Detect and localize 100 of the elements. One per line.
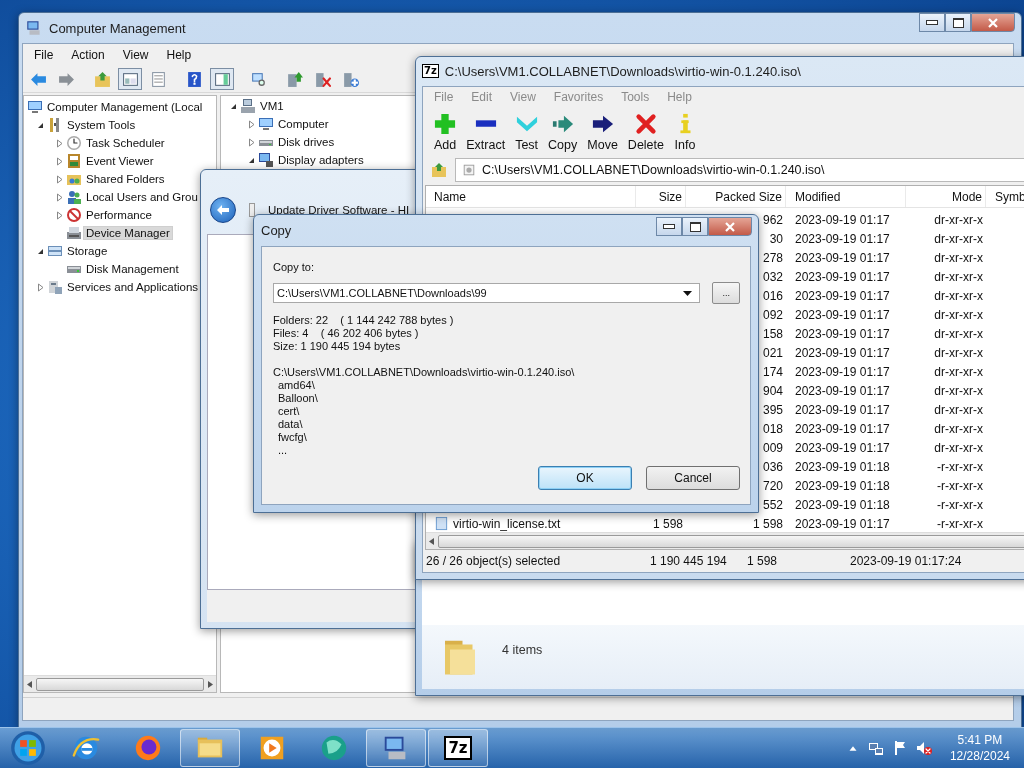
close-icon [987, 17, 999, 28]
menu-item[interactable]: Help [157, 46, 201, 64]
tree-item[interactable]: Device Manager [84, 227, 172, 239]
ok-button[interactable]: OK [538, 466, 632, 490]
display-adapter-icon [258, 152, 274, 168]
status-text: 2023-09-19 01:17:24 [849, 554, 962, 568]
tree-item[interactable]: Disk Management [84, 263, 181, 275]
tree-item[interactable]: Shared Folders [84, 173, 167, 185]
table-cell: 2023-09-19 01:17 [795, 402, 890, 417]
cancel-button[interactable]: Cancel [646, 466, 740, 490]
clock[interactable]: 5:41 PM 12/28/2024 [949, 732, 1010, 764]
close-icon [724, 221, 736, 232]
menu-item[interactable]: View [113, 46, 158, 64]
browse-button[interactable]: ... [712, 282, 740, 304]
tree-item[interactable]: Disk drives [276, 136, 337, 148]
column-header[interactable]: Modified [786, 186, 906, 207]
scroll-right-icon[interactable] [208, 680, 213, 688]
field-label: Copy to: [273, 261, 314, 273]
start-button[interactable] [10, 730, 46, 766]
column-header[interactable]: Mode [906, 186, 986, 207]
table-cell: 2023-09-19 01:17 [795, 383, 890, 398]
minimize-button[interactable] [919, 13, 945, 32]
toolbar-button[interactable]: Info [669, 112, 701, 152]
list-icon [149, 70, 167, 88]
table-cell: 016 [762, 288, 783, 303]
address-field[interactable]: C:\Users\VM1.COLLABNET\Downloads\virtio-win-0.1.240.iso\ [455, 158, 1024, 182]
tree-item[interactable]: Performance [84, 209, 154, 221]
file-name[interactable]: virtio-win_license.txt [453, 516, 561, 531]
toolbar-button[interactable]: Test [510, 112, 544, 152]
expand-arrow[interactable] [36, 282, 45, 292]
expand-arrow[interactable] [55, 174, 64, 184]
device-manager-icon [66, 225, 82, 241]
table-cell: 1 598 [752, 516, 783, 531]
close-button[interactable] [971, 13, 1015, 32]
column-header[interactable]: Name [426, 186, 636, 207]
workstation-icon [240, 98, 256, 114]
tree-item[interactable]: Display adapters [276, 154, 366, 166]
menu-item[interactable]: Action [62, 46, 114, 64]
back-button[interactable] [210, 197, 236, 223]
tree-item[interactable]: Computer [276, 118, 331, 130]
table-cell: dr-xr-xr-x [934, 250, 983, 265]
tree-item[interactable]: Storage [65, 245, 110, 257]
table-cell: dr-xr-xr-x [934, 231, 983, 246]
expand-arrow[interactable] [55, 192, 64, 202]
dialog-title: Copy [261, 222, 292, 238]
tree-item[interactable]: Task Scheduler [84, 137, 167, 149]
tree-item[interactable]: VM1 [258, 100, 286, 112]
table-cell: 021 [762, 345, 783, 360]
tree-item[interactable]: System Tools [65, 119, 138, 131]
taskbar-button[interactable] [180, 729, 240, 767]
column-header[interactable]: Packed Size [686, 186, 786, 207]
scroll-left-icon[interactable] [429, 537, 434, 545]
item-count: 4 items [502, 643, 543, 657]
maximize-button[interactable] [682, 217, 708, 236]
expand-arrow[interactable] [55, 156, 64, 166]
table-cell: 2023-09-19 01:17 [795, 212, 890, 227]
tree-item[interactable]: Event Viewer [84, 155, 156, 167]
table-cell: 2023-09-19 01:18 [795, 497, 890, 512]
expand-arrow[interactable] [247, 119, 256, 129]
table-cell: dr-xr-xr-x [934, 288, 983, 303]
table-cell: 552 [762, 497, 783, 512]
speaker-muted-icon[interactable] [915, 740, 932, 756]
maximize-button[interactable] [945, 13, 971, 32]
tree-item[interactable]: Local Users and Grou [84, 191, 200, 203]
taskbar-button[interactable] [366, 729, 426, 767]
close-button[interactable] [708, 217, 752, 236]
scrollbar[interactable] [24, 675, 216, 692]
scroll-left-icon[interactable] [27, 680, 32, 688]
console-tree-icon [121, 70, 139, 88]
taskbar-button[interactable]: 7z [428, 729, 488, 767]
column-header[interactable]: Size [636, 186, 686, 207]
expand-arrow[interactable] [55, 210, 64, 220]
tree-item[interactable]: Services and Applications [65, 281, 201, 293]
destination-combobox[interactable]: C:\Users\VM1.COLLABNET\Downloads\99 [273, 283, 701, 303]
toolbar-button[interactable]: Delete [622, 112, 669, 152]
toolbar-button[interactable] [210, 68, 234, 90]
toolbar-button[interactable]: Add [429, 112, 462, 152]
status-text: 26 / 26 object(s) selected [425, 554, 562, 568]
toolbar-button[interactable]: Extract [461, 112, 511, 152]
table-cell: 278 [762, 250, 783, 265]
table-cell: 2023-09-19 01:17 [795, 345, 890, 360]
expand-arrow[interactable] [55, 138, 64, 148]
menu-item[interactable]: File [25, 46, 63, 64]
toolbar-button[interactable]: Move [582, 112, 623, 152]
toolbar-button[interactable] [118, 68, 142, 90]
tree-item[interactable]: Computer Management (Local [45, 101, 205, 113]
folder-up-icon [431, 162, 447, 178]
minimize-button[interactable] [656, 217, 682, 236]
network-icon[interactable] [867, 740, 884, 756]
info-text: Files: 4 ( 46 202 406 bytes ) [273, 327, 419, 340]
update-driver-icon [285, 70, 303, 88]
source-path: C:\Users\VM1.COLLABNET\Downloads\virtio-win-0.1.240.iso\ [273, 366, 575, 379]
status-text: 1 190 445 194 [649, 554, 728, 568]
table-cell: 2023-09-19 01:18 [795, 478, 890, 493]
expand-arrow[interactable] [247, 137, 256, 147]
scrollbar[interactable] [426, 532, 1024, 549]
table-cell: 009 [762, 440, 783, 455]
toolbar-button[interactable]: Copy [543, 112, 583, 152]
folder-name: fwcfg\ [278, 431, 307, 444]
table-cell: dr-xr-xr-x [934, 383, 983, 398]
